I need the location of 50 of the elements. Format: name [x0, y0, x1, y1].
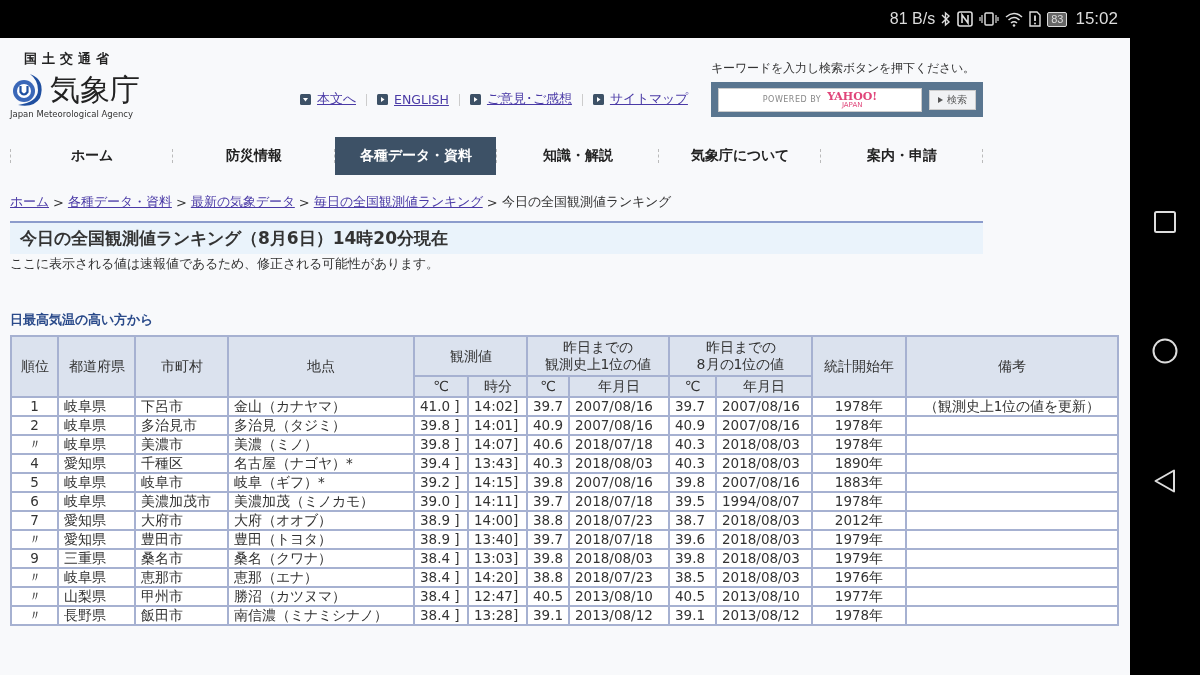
section-heading: 日最高気温の高い方から [10, 311, 154, 329]
breadcrumb-separator: > [298, 194, 310, 210]
sim-alert-icon [1029, 11, 1042, 27]
header-cell: 市町村 [135, 336, 228, 397]
search-hint: キーワードを入力し検索ボタンを押下ください。 [711, 60, 976, 77]
header-cell: 昨日までの 観測史上1位の値 [527, 336, 669, 376]
breadcrumb-link[interactable]: 各種データ・資料 [67, 193, 172, 211]
nav-tab[interactable]: 気象庁について [659, 137, 820, 175]
header-link[interactable]: ENGLISH [394, 92, 449, 107]
header-cell: 観測値 [414, 336, 527, 376]
brand-logo-text: YAHOO! [827, 90, 878, 102]
header-cell: 昨日までの 8月の1位の値 [669, 336, 813, 376]
nav-tab[interactable]: 案内・申請 [821, 137, 982, 175]
header-link[interactable]: サイトマップ [609, 91, 688, 108]
nfc-icon [957, 11, 974, 27]
back-icon[interactable] [1154, 468, 1176, 493]
breadcrumb-separator: > [53, 194, 64, 210]
header-cell: 統計開始年 [812, 336, 907, 397]
powered-by-label: POWERED BY [762, 95, 822, 104]
breadcrumb-separator: > [175, 194, 187, 210]
status-time: 15:02 [1075, 9, 1118, 29]
vibrate-icon [979, 11, 1000, 27]
ministry-name: 国土交通省 [24, 50, 115, 68]
breadcrumb-current: 今日の全国観測値ランキング [501, 193, 671, 211]
bluetooth-icon [941, 11, 952, 27]
header-cell: 都道府県 [58, 336, 135, 397]
page-title: 今日の全国観測値ランキング（8月6日）14時20分現在 [10, 221, 983, 254]
header-link[interactable]: 本文へ [317, 91, 356, 108]
nav-tab[interactable]: 各種データ・資料 [335, 137, 496, 175]
nav-tab[interactable]: ホーム [11, 137, 172, 175]
nav-tab[interactable]: 知識・解説 [497, 137, 658, 175]
breadcrumb-link[interactable]: 毎日の全国観測値ランキング [313, 193, 483, 211]
wifi-icon [1005, 11, 1024, 27]
recent-apps-icon[interactable] [1154, 210, 1176, 233]
breadcrumb-separator: > [486, 194, 498, 210]
network-speed: 81 B/s [889, 10, 936, 28]
agency-name: 気象庁 [50, 73, 140, 107]
home-icon[interactable] [1152, 337, 1178, 364]
battery-level: 83 [1047, 11, 1068, 27]
nav-tab[interactable]: 防災情報 [173, 137, 334, 175]
header-cell: 備考 [906, 336, 1119, 397]
header-cell: 順位 [11, 336, 58, 397]
agency-english-name: Japan Meteorological Agency [10, 109, 135, 119]
breadcrumb-link[interactable]: 最新の気象データ [190, 193, 295, 211]
notice-text: ここに表示される値は速報値であるため、修正される可能性があります。 [10, 256, 440, 273]
header-link[interactable]: ご意見･ご感想 [486, 91, 572, 108]
search-button[interactable]: 検索 [929, 89, 976, 110]
breadcrumb-link[interactable]: ホーム [10, 193, 49, 211]
right-triangle-icon [938, 96, 943, 103]
header-cell: 地点 [228, 336, 414, 397]
